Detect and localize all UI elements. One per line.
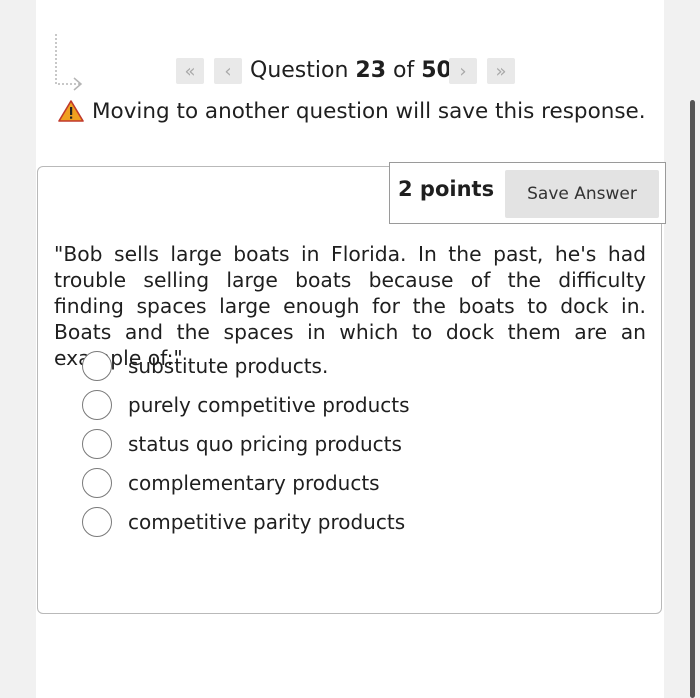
chevron-left-icon: ‹	[224, 60, 232, 82]
scrollbar[interactable]	[690, 100, 695, 698]
answer-options: substitute products. purely competitive …	[82, 346, 410, 541]
answer-option-2[interactable]: purely competitive products	[82, 385, 410, 424]
answer-option-3[interactable]: status quo pricing products	[82, 424, 410, 463]
option-label: status quo pricing products	[128, 431, 402, 456]
save-answer-button[interactable]: Save Answer	[505, 170, 659, 218]
double-chevron-right-icon: »	[495, 60, 507, 82]
warning-triangle-icon	[58, 100, 84, 122]
first-question-button[interactable]: «	[176, 58, 204, 84]
option-label: substitute products.	[128, 353, 329, 378]
radio-button[interactable]	[82, 428, 112, 459]
answer-option-5[interactable]: competitive parity products	[82, 502, 410, 541]
option-label: complementary products	[128, 470, 380, 495]
question-navigation: « ‹ Question 23 of 50 › »	[0, 56, 700, 88]
radio-button[interactable]	[82, 467, 112, 498]
double-chevron-left-icon: «	[184, 60, 196, 82]
points-label: 2 points	[398, 177, 495, 201]
last-question-button[interactable]: »	[487, 58, 515, 84]
chevron-right-icon: ›	[459, 60, 467, 82]
option-label: purely competitive products	[128, 392, 410, 417]
question-counter: Question 23 of 50	[250, 58, 452, 83]
answer-option-1[interactable]: substitute products.	[82, 346, 410, 385]
radio-button[interactable]	[82, 389, 112, 420]
option-label: competitive parity products	[128, 509, 406, 534]
warning-text: Moving to another question will save thi…	[92, 98, 646, 124]
question-header: 2 points Save Answer	[389, 162, 666, 224]
next-question-button[interactable]: ›	[449, 58, 477, 84]
previous-question-button[interactable]: ‹	[214, 58, 242, 84]
radio-button[interactable]	[82, 506, 112, 537]
radio-button[interactable]	[82, 350, 112, 381]
save-warning: Moving to another question will save thi…	[58, 96, 646, 126]
answer-option-4[interactable]: complementary products	[82, 463, 410, 502]
